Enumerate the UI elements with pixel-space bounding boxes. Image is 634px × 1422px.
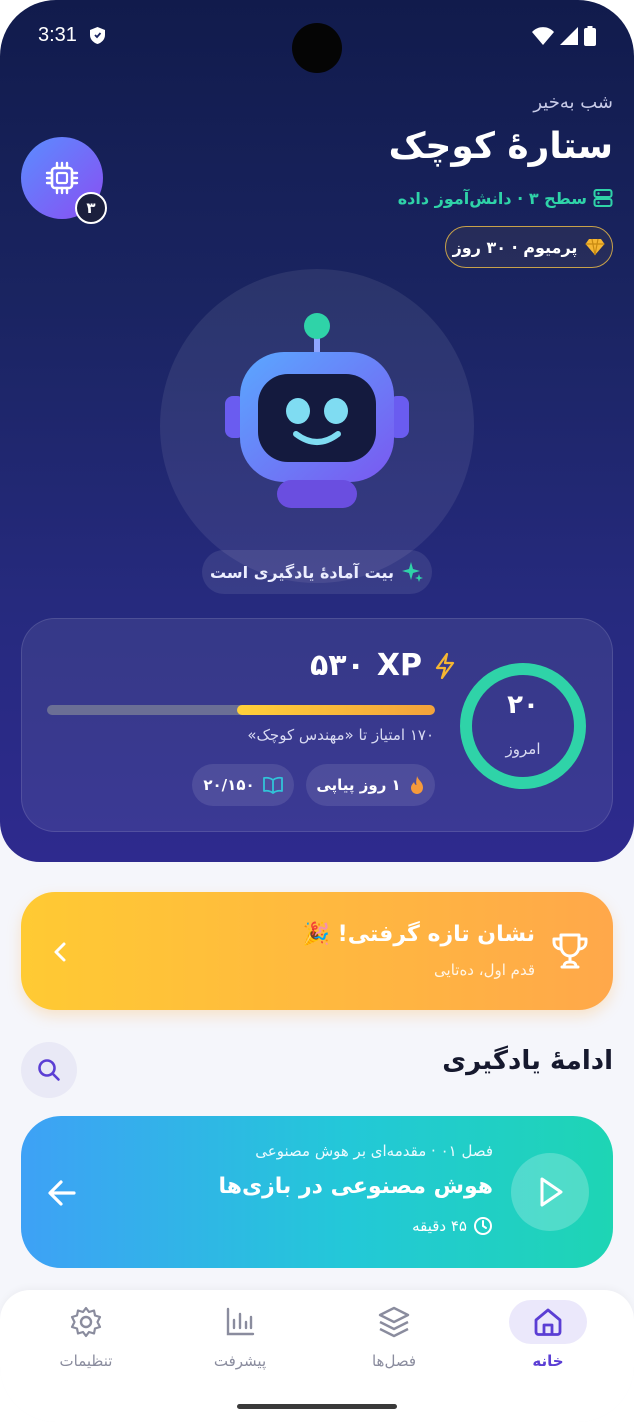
arrow-left-icon[interactable] [46,1178,78,1208]
xp-progress-fill [237,705,435,715]
play-button[interactable] [511,1153,589,1231]
flame-icon [410,776,423,794]
cpu-chip-icon [45,161,79,195]
today-label: امروز [505,740,541,758]
status-bar: 3:31 [0,0,634,74]
robot-status-pill: بیت آمادهٔ یادگیری است [202,550,432,594]
lesson-chapter: فصل ۰۱ · مقدمه‌ای بر هوش مصنوعی [255,1142,493,1160]
camera-cutout [292,23,342,73]
lesson-duration: ۴۵ دقیقه [412,1216,493,1236]
home-icon [534,1308,562,1336]
avatar-level-badge: ۳ [75,192,107,224]
next-level-text: ۱۷۰ امتیاز تا «مهندس کوچک» [247,726,434,744]
xp-total: ۵۳۰ XP [310,648,456,683]
streak-text: ۱ روز پیاپی [316,776,401,794]
new-badge-banner[interactable] [21,892,613,1010]
nav-item-home[interactable]: خانه [488,1300,608,1390]
nav-item-progress[interactable]: پیشرفت [180,1300,300,1390]
today-value: ۲۰ [507,690,539,720]
premium-badge[interactable]: پرمیوم · ۳۰ روز [445,226,613,268]
user-name: ستارهٔ کوچک [388,126,613,167]
xp-number: ۵۳۰ [309,648,365,683]
chevron-left-icon[interactable] [50,940,70,964]
nav-label-home: خانه [532,1352,564,1370]
status-icons [532,26,596,46]
section-title: ادامهٔ یادگیری [442,1046,613,1076]
lesson-title: هوش مصنوعی در بازی‌ها [218,1174,493,1199]
lessons-text: ۲۰/۱۵۰ [203,776,255,794]
server-icon [593,189,613,207]
nav-label-settings: تنظیمات [59,1352,113,1370]
nav-label-chapters: فصل‌ها [371,1352,417,1370]
badge-title: نشان تازه گرفتی! 🎉 [302,922,535,947]
sparkles-icon [402,562,424,582]
gear-icon [70,1306,102,1338]
greeting-text: شب به‌خیر [533,92,613,113]
diamond-icon [585,238,605,256]
badge-subtitle: قدم اول، ده‌تایی [434,961,535,979]
app-screen: 3:31 شب به‌خیر ستارهٔ کوچک سطح ۳ · دانش‌… [0,0,634,1422]
shield-icon [90,27,105,44]
robot-status-text: بیت آمادهٔ یادگیری است [209,562,395,582]
layers-icon [378,1306,410,1338]
bar-chart-icon [226,1307,255,1336]
search-button[interactable] [21,1042,77,1098]
home-indicator [237,1404,397,1409]
streak-chip[interactable]: ۱ روز پیاپی [306,764,435,806]
robot-mascot[interactable] [222,312,412,512]
wifi-icon [532,27,554,45]
clock-icon [474,1217,492,1235]
lesson-duration-text: ۴۵ دقیقه [412,1217,467,1235]
xp-unit: XP [376,648,422,683]
level-info: سطح ۳ · دانش‌آموز داده [398,188,613,208]
nav-item-settings[interactable]: تنظیمات [26,1300,146,1390]
play-icon [540,1177,563,1207]
xp-progress-bar [47,705,435,715]
lightning-icon [435,652,455,679]
today-progress-ring [460,663,586,789]
nav-item-chapters[interactable]: فصل‌ها [334,1300,454,1390]
level-text: سطح ۳ · دانش‌آموز داده [397,188,587,208]
lessons-chip[interactable]: ۲۰/۱۵۰ [192,764,294,806]
premium-text: پرمیوم · ۳۰ روز [452,237,578,257]
signal-icon [560,27,578,45]
nav-label-progress: پیشرفت [213,1352,267,1370]
trophy-icon [552,933,588,969]
book-icon [262,776,283,794]
status-time: 3:31 [38,24,77,46]
search-icon [38,1059,60,1081]
battery-icon [584,26,596,46]
